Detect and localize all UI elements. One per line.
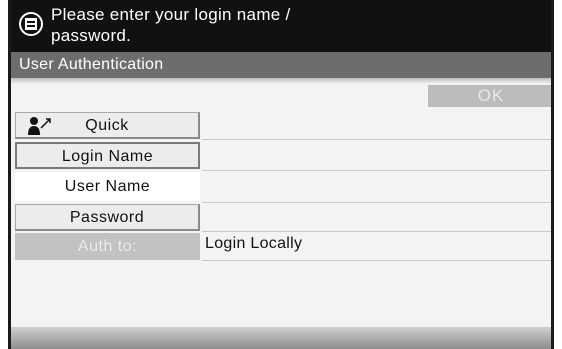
row-divider [202,260,551,261]
auth-to-value: Login Locally [205,235,303,252]
row-divider [202,202,551,203]
title-divider [11,78,551,84]
auth-to-button: Auth to: [15,233,200,260]
row-divider [202,231,551,232]
row-divider [202,139,551,140]
login-panel: Please enter your login name / password.… [8,0,554,349]
row-divider [202,170,551,171]
login-name-button[interactable]: Login Name [15,142,200,169]
user-quick-icon [26,116,54,136]
quick-button[interactable]: Quick [15,112,200,139]
password-button[interactable]: Password [15,204,200,231]
instruction-message: Please enter your login name / password. [51,5,291,45]
ok-button[interactable]: OK [428,85,551,107]
quick-label: Quick [85,117,129,134]
user-name-button[interactable]: User Name [15,172,200,201]
copier-icon [19,12,43,36]
message-bar: Please enter your login name / password. [11,0,551,52]
footer-bar [11,327,551,349]
screen-title: User Authentication [11,52,551,78]
